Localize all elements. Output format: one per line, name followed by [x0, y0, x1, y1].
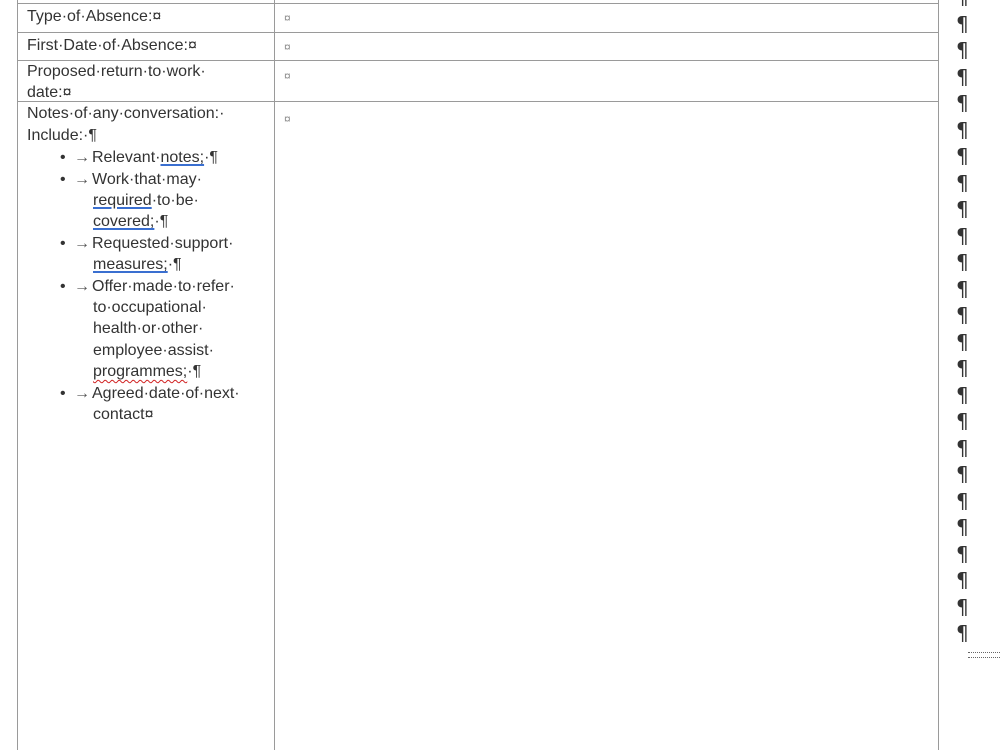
- paragraph-mark-icon: ¶: [956, 170, 969, 195]
- paragraph-mark-icon: ¶: [956, 488, 969, 513]
- margin-paragraph-marks: ¶¶¶¶¶¶¶¶¶¶¶¶¶¶¶¶¶¶¶¶¶¶¶¶¶: [0, 0, 1000, 750]
- paragraph-mark-icon: ¶: [956, 435, 969, 460]
- paragraph-mark-icon: ¶: [956, 250, 969, 274]
- paragraph-mark-icon: ¶: [956, 515, 969, 539]
- paragraph-mark-icon: ¶: [956, 223, 969, 248]
- paragraph-mark-icon: ¶: [956, 91, 969, 115]
- paragraph-mark-icon: ¶: [956, 144, 969, 168]
- paragraph-mark-icon: ¶: [956, 303, 969, 327]
- document-page: Type·of·Absence:¤ ¤ First·Date·of·Absenc…: [0, 0, 1000, 750]
- paragraph-mark-icon: ¶: [956, 568, 969, 592]
- paragraph-mark-icon: ¶: [956, 329, 969, 354]
- paragraph-mark-icon: ¶: [956, 117, 969, 142]
- paragraph-mark-icon: ¶: [956, 462, 969, 486]
- paragraph-mark-icon: ¶: [956, 197, 969, 221]
- paragraph-mark-icon: ¶: [956, 64, 969, 89]
- paragraph-mark-icon: ¶: [956, 409, 969, 433]
- paragraph-mark-icon: ¶: [956, 594, 969, 619]
- paragraph-mark-icon: ¶: [956, 541, 969, 566]
- paragraph-mark-icon: ¶: [956, 0, 969, 10]
- paragraph-mark-icon: ¶: [956, 621, 969, 645]
- end-of-cell-leader: [968, 652, 1000, 658]
- paragraph-mark-icon: ¶: [956, 276, 969, 301]
- paragraph-mark-icon: ¶: [956, 38, 969, 62]
- paragraph-mark-icon: ¶: [956, 11, 969, 36]
- paragraph-mark-icon: ¶: [956, 382, 969, 407]
- paragraph-mark-icon: ¶: [956, 356, 969, 380]
